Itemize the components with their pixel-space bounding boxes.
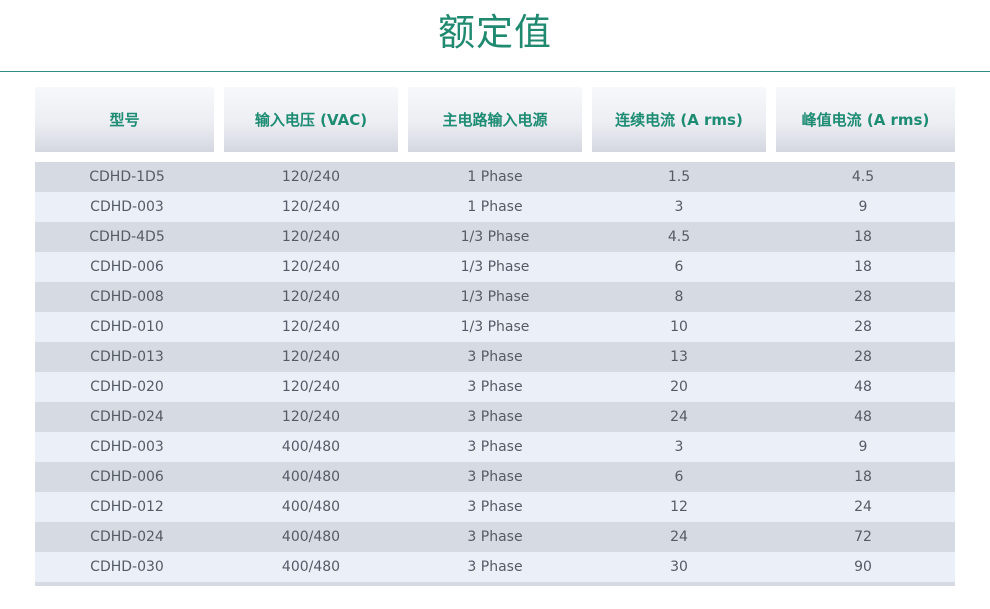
- header-gap: [35, 152, 955, 162]
- page-title: 额定值: [438, 11, 552, 54]
- cell-model: CDHD-1D5: [35, 162, 219, 192]
- cell-peak-current: 28: [771, 312, 955, 342]
- cell-main-power: 3 Phase: [403, 492, 587, 522]
- table-row: CDHD-012 400/480 3 Phase 12 24: [35, 492, 955, 522]
- header-model: 型号: [35, 87, 219, 152]
- cell-peak-current: 18: [771, 252, 955, 282]
- cell-main-power: 1 Phase: [403, 162, 587, 192]
- cell-peak-current: 18: [771, 462, 955, 492]
- cell-continuous-current: 24: [587, 402, 771, 432]
- ratings-table-container: 型号 输入电压 (VAC) 主电路输入电源 连续电流 (A rms) 峰值电流 …: [35, 87, 955, 586]
- table-row: CDHD-006 400/480 3 Phase 6 18: [35, 462, 955, 492]
- table-row: CDHD-1D5 120/240 1 Phase 1.5 4.5: [35, 162, 955, 192]
- cell-main-power: 3 Phase: [403, 552, 587, 586]
- cell-main-power: 3 Phase: [403, 372, 587, 402]
- cell-main-power: 1 Phase: [403, 192, 587, 222]
- cell-model: CDHD-024: [35, 522, 219, 552]
- cell-peak-current: 48: [771, 372, 955, 402]
- cell-continuous-current: 12: [587, 492, 771, 522]
- cell-main-power: 1/3 Phase: [403, 312, 587, 342]
- table-row: CDHD-024 120/240 3 Phase 24 48: [35, 402, 955, 432]
- cell-main-power: 3 Phase: [403, 432, 587, 462]
- cell-model: CDHD-020: [35, 372, 219, 402]
- header-peak-current: 峰值电流 (A rms): [771, 87, 955, 152]
- table-row: CDHD-008 120/240 1/3 Phase 8 28: [35, 282, 955, 312]
- cell-model: CDHD-003: [35, 192, 219, 222]
- cell-peak-current: 48: [771, 402, 955, 432]
- cell-peak-current: 4.5: [771, 162, 955, 192]
- cell-main-power: 3 Phase: [403, 342, 587, 372]
- cell-continuous-current: 4.5: [587, 222, 771, 252]
- cell-main-power: 1/3 Phase: [403, 222, 587, 252]
- cell-model: CDHD-013: [35, 342, 219, 372]
- header-row: 型号 输入电压 (VAC) 主电路输入电源 连续电流 (A rms) 峰值电流 …: [35, 87, 955, 152]
- cell-continuous-current: 6: [587, 462, 771, 492]
- cell-peak-current: 9: [771, 192, 955, 222]
- cell-main-power: 3 Phase: [403, 402, 587, 432]
- cell-peak-current: 18: [771, 222, 955, 252]
- cell-input-voltage: 120/240: [219, 162, 403, 192]
- table-header: 型号 输入电压 (VAC) 主电路输入电源 连续电流 (A rms) 峰值电流 …: [35, 87, 955, 152]
- cell-peak-current: 90: [771, 552, 955, 586]
- cell-input-voltage: 120/240: [219, 282, 403, 312]
- table-body: CDHD-1D5 120/240 1 Phase 1.5 4.5 CDHD-003 120/…: [35, 162, 955, 586]
- cell-model: CDHD-003: [35, 432, 219, 462]
- ratings-table: 型号 输入电压 (VAC) 主电路输入电源 连续电流 (A rms) 峰值电流 …: [35, 87, 955, 586]
- header-input-voltage: 输入电压 (VAC): [219, 87, 403, 152]
- title-divider: [0, 71, 990, 72]
- table-row: CDHD-4D5 120/240 1/3 Phase 4.5 18: [35, 222, 955, 252]
- cell-continuous-current: 10: [587, 312, 771, 342]
- cell-continuous-current: 3: [587, 432, 771, 462]
- cell-continuous-current: 8: [587, 282, 771, 312]
- table-row: CDHD-003 120/240 1 Phase 3 9: [35, 192, 955, 222]
- cell-peak-current: 24: [771, 492, 955, 522]
- cell-continuous-current: 20: [587, 372, 771, 402]
- cell-input-voltage: 400/480: [219, 492, 403, 522]
- cell-main-power: 3 Phase: [403, 522, 587, 552]
- table-row: CDHD-006 120/240 1/3 Phase 6 18: [35, 252, 955, 282]
- cell-input-voltage: 120/240: [219, 312, 403, 342]
- cell-model: CDHD-008: [35, 282, 219, 312]
- cell-model: CDHD-006: [35, 252, 219, 282]
- cell-input-voltage: 120/240: [219, 192, 403, 222]
- table-row: CDHD-020 120/240 3 Phase 20 48: [35, 372, 955, 402]
- cell-continuous-current: 3: [587, 192, 771, 222]
- cell-continuous-current: 30: [587, 552, 771, 586]
- cell-input-voltage: 400/480: [219, 462, 403, 492]
- table-row: CDHD-013 120/240 3 Phase 13 28: [35, 342, 955, 372]
- cell-continuous-current: 6: [587, 252, 771, 282]
- cell-input-voltage: 400/480: [219, 432, 403, 462]
- cell-continuous-current: 24: [587, 522, 771, 552]
- cell-input-voltage: 400/480: [219, 522, 403, 552]
- table-row: CDHD-003 400/480 3 Phase 3 9: [35, 432, 955, 462]
- cell-model: CDHD-012: [35, 492, 219, 522]
- cell-input-voltage: 120/240: [219, 342, 403, 372]
- table-row: CDHD-024 400/480 3 Phase 24 72: [35, 522, 955, 552]
- cell-model: CDHD-024: [35, 402, 219, 432]
- cell-main-power: 1/3 Phase: [403, 282, 587, 312]
- cell-input-voltage: 120/240: [219, 402, 403, 432]
- cell-peak-current: 28: [771, 342, 955, 372]
- cell-continuous-current: 13: [587, 342, 771, 372]
- cell-continuous-current: 1.5: [587, 162, 771, 192]
- cell-input-voltage: 120/240: [219, 252, 403, 282]
- cell-input-voltage: 120/240: [219, 372, 403, 402]
- header-continuous-current: 连续电流 (A rms): [587, 87, 771, 152]
- cell-model: CDHD-030: [35, 552, 219, 586]
- cell-peak-current: 28: [771, 282, 955, 312]
- cell-input-voltage: 120/240: [219, 222, 403, 252]
- cell-model: CDHD-4D5: [35, 222, 219, 252]
- cell-main-power: 3 Phase: [403, 462, 587, 492]
- cell-peak-current: 9: [771, 432, 955, 462]
- cell-input-voltage: 400/480: [219, 552, 403, 586]
- table-row: CDHD-010 120/240 1/3 Phase 10 28: [35, 312, 955, 342]
- header-main-power: 主电路输入电源: [403, 87, 587, 152]
- cell-model: CDHD-006: [35, 462, 219, 492]
- cell-model: CDHD-010: [35, 312, 219, 342]
- table-row: CDHD-030 400/480 3 Phase 30 90: [35, 552, 955, 586]
- cell-peak-current: 72: [771, 522, 955, 552]
- cell-main-power: 1/3 Phase: [403, 252, 587, 282]
